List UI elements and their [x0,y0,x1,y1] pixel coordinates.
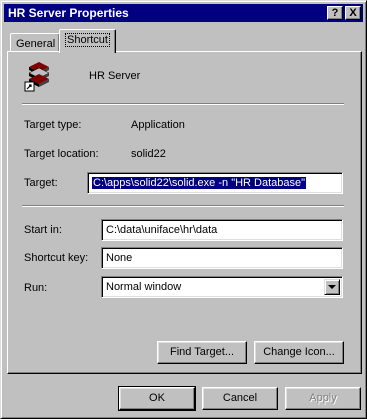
start-in-field[interactable]: C:\data\uniface\hr\data [101,219,343,241]
shortcut-name: HR Server [89,70,141,82]
find-target-button[interactable]: Find Target... [157,341,247,364]
target-value: C:\apps\solid22\solid.exe -n "HR Databas… [92,177,307,189]
separator-top [22,103,344,105]
apply-button[interactable]: Apply [285,387,361,410]
tab-general[interactable]: General [10,33,60,51]
run-select[interactable]: Normal window [101,276,343,298]
target-location-label: Target location: [24,148,99,160]
shortcut-key-field[interactable]: None [101,247,343,269]
run-value: Normal window [106,281,182,293]
target-location-value: solid22 [131,148,166,160]
tab-general-label: General [16,38,56,50]
app-shortcut-icon [24,62,50,92]
shortcut-key-label: Shortcut key: [24,252,89,264]
start-in-label: Start in: [24,224,62,236]
separator-bottom [22,205,344,207]
target-field[interactable]: C:\apps\solid22\solid.exe -n "HR Databas… [87,172,343,194]
window-title: HR Server Properties [8,6,129,20]
title-bar[interactable]: HR Server Properties ? X [4,4,363,22]
close-button[interactable]: X [345,6,361,20]
target-type-value: Application [131,119,185,131]
ok-button[interactable]: OK [118,386,196,411]
target-type-label: Target type: [24,119,82,131]
target-label: Target: [24,177,58,189]
tab-shortcut-label: Shortcut [65,33,110,47]
shortcut-panel [7,51,362,374]
help-button[interactable]: ? [327,6,343,20]
chevron-down-icon[interactable] [324,279,340,295]
run-label: Run: [24,282,48,294]
change-icon-button[interactable]: Change Icon... [254,341,344,364]
start-in-value: C:\data\uniface\hr\data [106,224,218,236]
cancel-button[interactable]: Cancel [202,387,278,410]
shortcut-key-value: None [106,252,133,264]
properties-dialog: HR Server Properties ? X General Shortcu… [0,0,367,419]
tab-shortcut[interactable]: Shortcut [59,29,116,53]
